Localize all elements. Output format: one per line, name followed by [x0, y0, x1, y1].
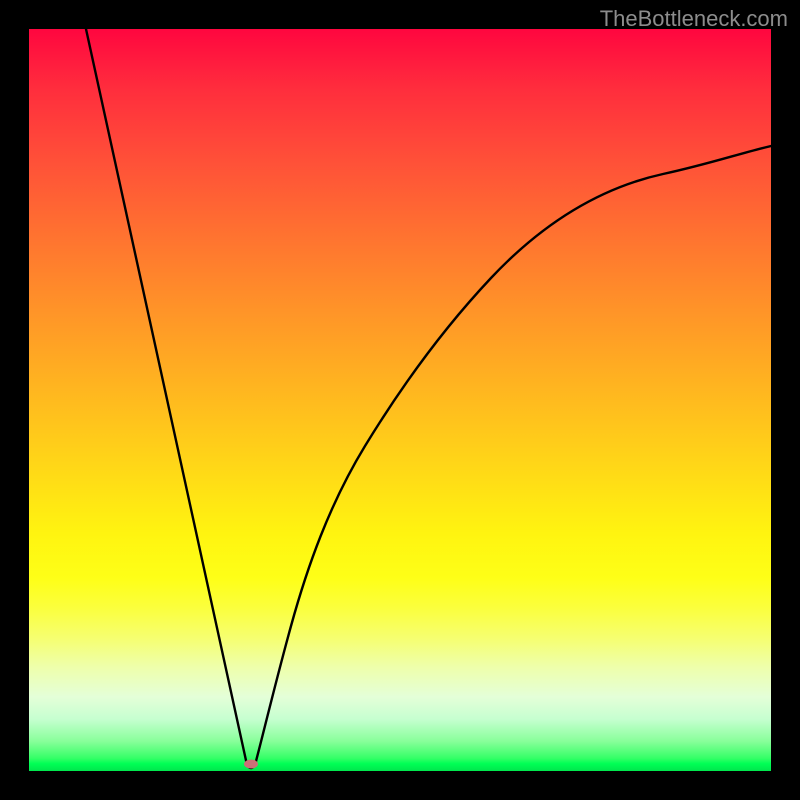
plot-gradient-background: [29, 29, 771, 771]
minimum-marker: [244, 760, 258, 769]
watermark-text: TheBottleneck.com: [600, 6, 788, 32]
chart-frame: TheBottleneck.com: [0, 0, 800, 800]
